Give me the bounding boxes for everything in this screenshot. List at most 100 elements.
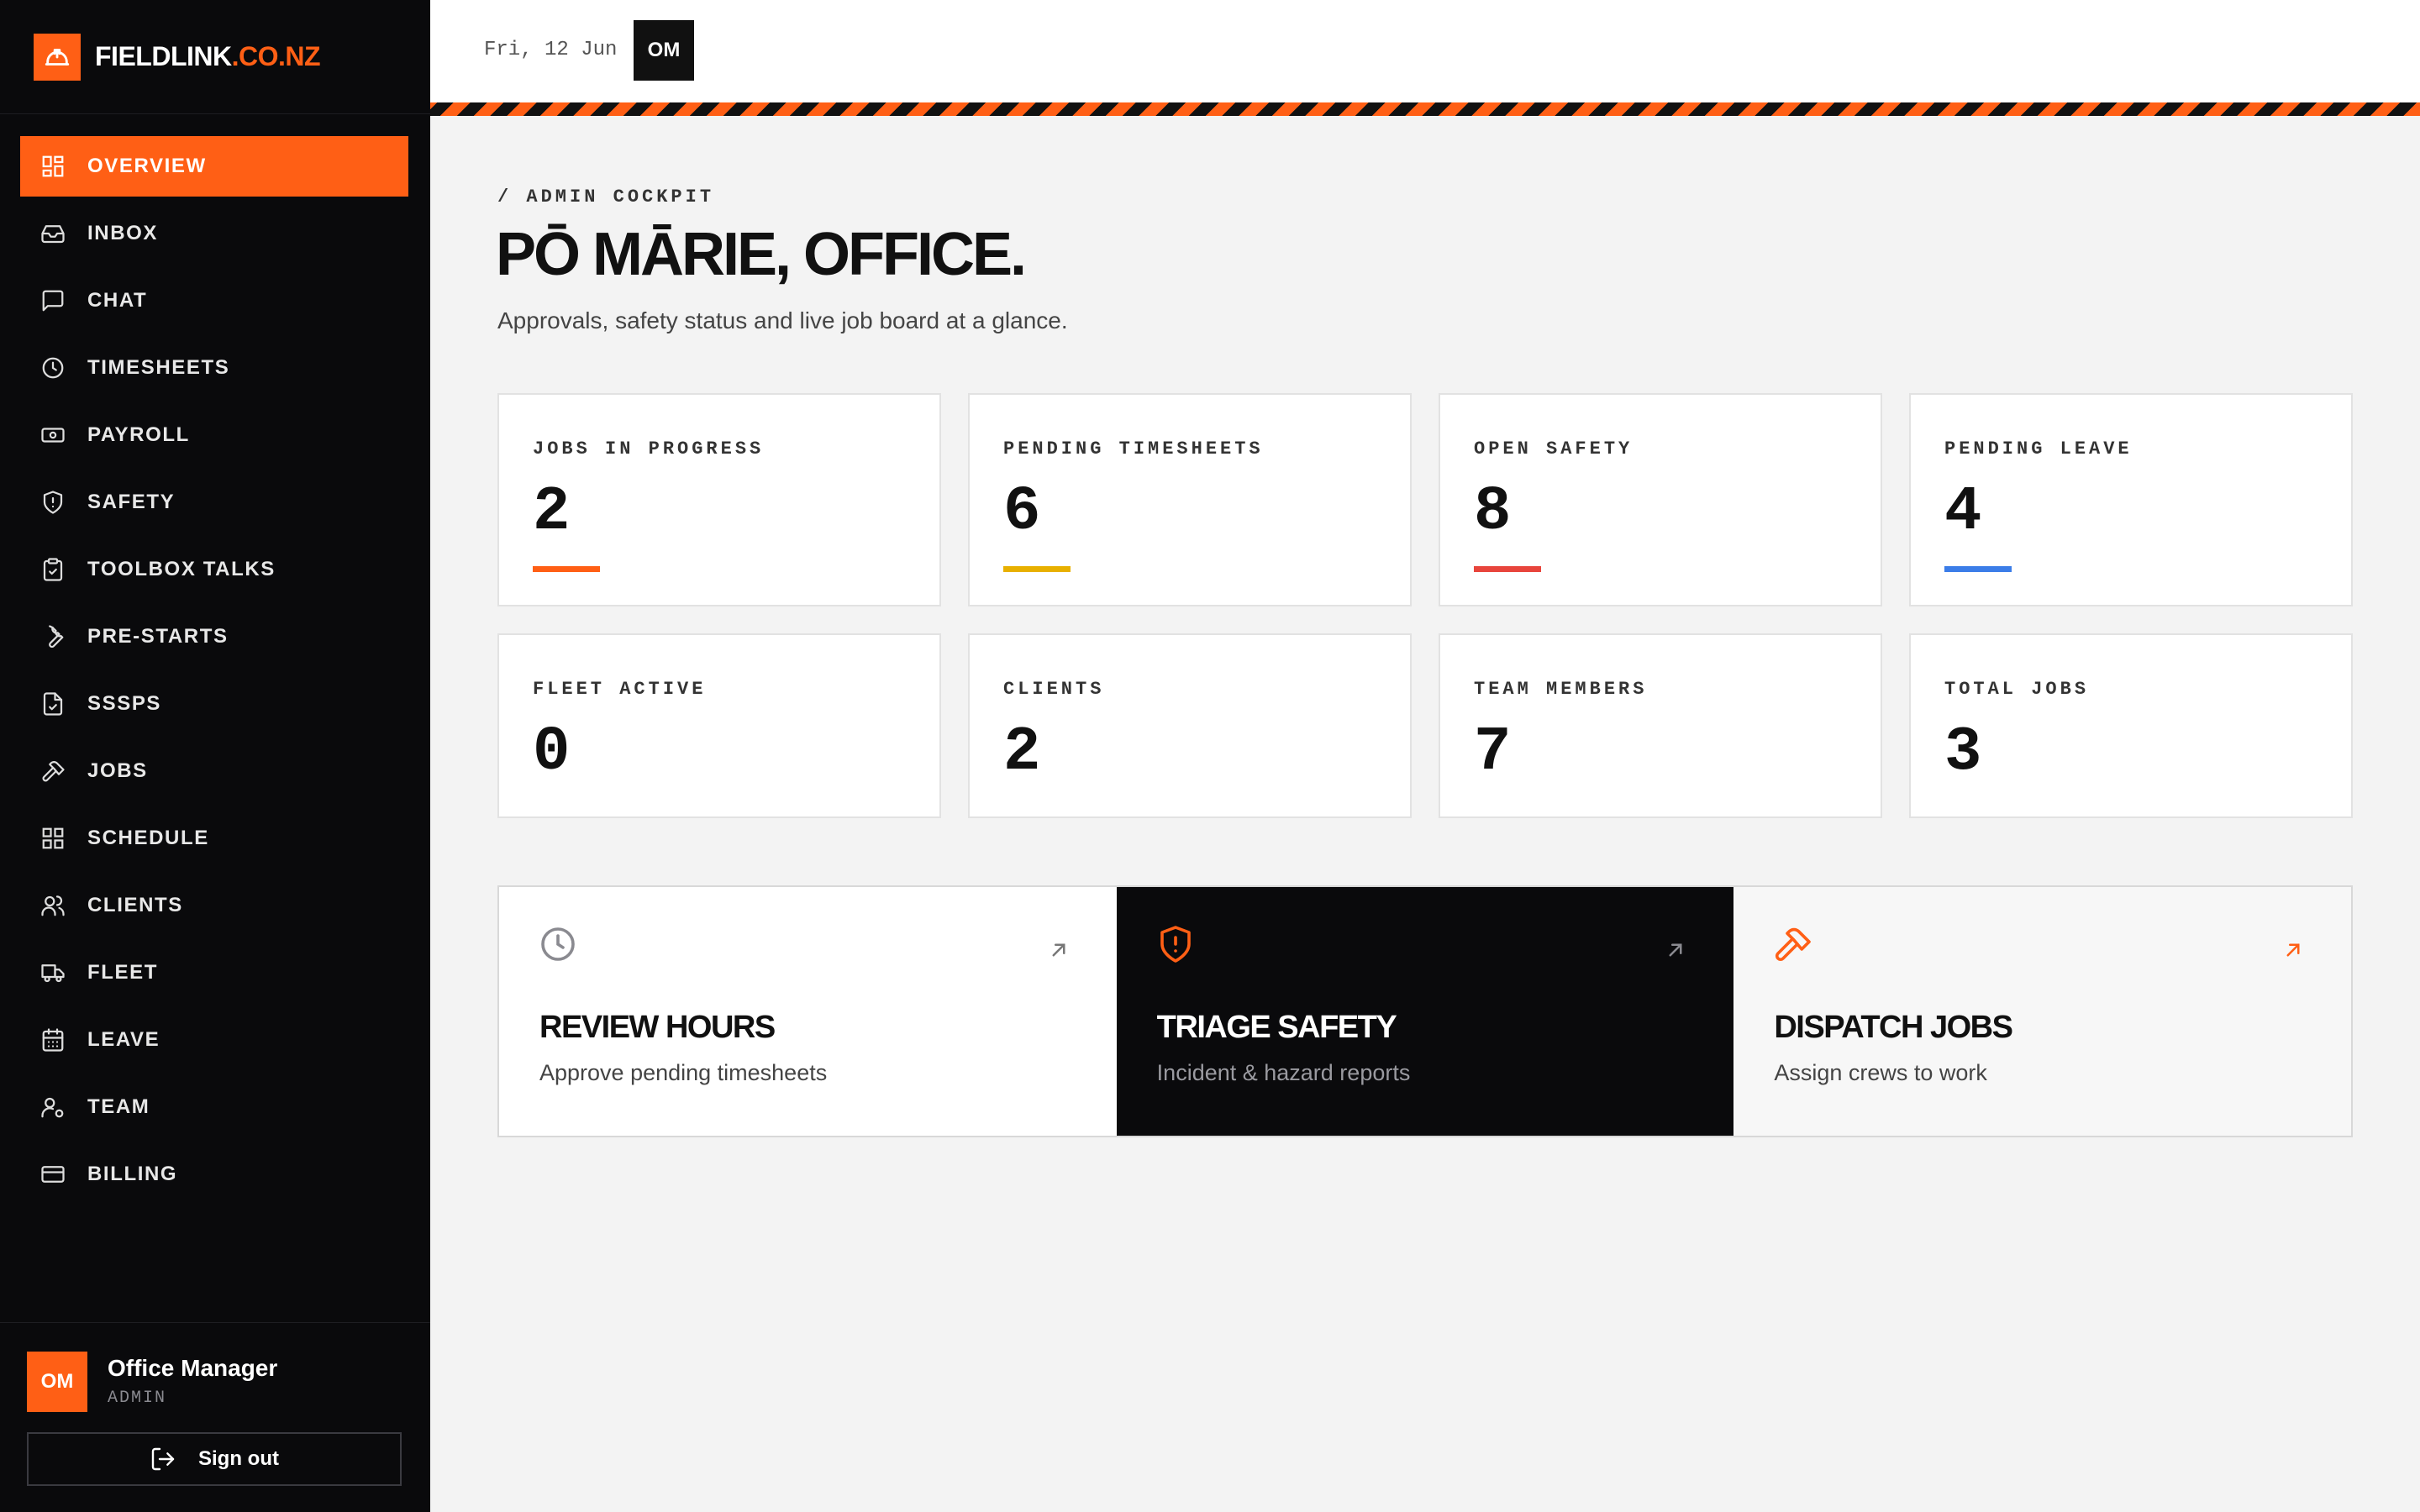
avatar[interactable]: OM: [27, 1352, 87, 1412]
stat-card-fleet-active[interactable]: FLEET ACTIVE 0: [497, 633, 941, 818]
sidebar-item-label: INBOX: [87, 222, 159, 244]
sidebar-item-label: FLEET: [87, 961, 158, 984]
arrow-up-right-icon: [2286, 943, 2300, 957]
stat-accent-bar: [1003, 566, 1071, 572]
sidebar-item-toolbox-talks[interactable]: TOOLBOX TALKS: [20, 539, 408, 600]
page-title: PŌ MĀRIE, OFFICE.: [496, 221, 1027, 288]
shield-alert-icon: [43, 491, 63, 514]
clock-icon: [541, 927, 575, 961]
stat-accent-bar: [1474, 566, 1541, 572]
stat-accent-bar: [533, 566, 600, 572]
dashboard-icon: [42, 155, 64, 177]
sidebar-item-label: TOOLBOX TALKS: [87, 558, 276, 580]
stats-grid: JOBS IN PROGRESS 2 PENDING TIMESHEETS 6 …: [497, 393, 2353, 818]
sidebar-item-inbox[interactable]: INBOX: [20, 203, 408, 264]
banknote-icon: [41, 428, 65, 443]
sidebar-item-team[interactable]: TEAM: [20, 1077, 408, 1137]
action-title: TRIAGE SAFETY: [1156, 1010, 1397, 1045]
sign-out-label: Sign out: [198, 1447, 279, 1470]
stat-value: 6: [1003, 477, 1041, 548]
sidebar-item-safety[interactable]: SAFETY: [20, 472, 408, 533]
stat-card-pending-leave[interactable]: PENDING LEAVE 4: [1909, 393, 2353, 606]
sidebar-item-fleet[interactable]: FLEET: [20, 942, 408, 1003]
top-bar: Fri, 12 Jun OM: [430, 0, 2420, 102]
arrow-up-right-icon: [1669, 943, 1682, 957]
page-subtitle: Approvals, safety status and live job bo…: [497, 307, 1068, 333]
users-icon: [41, 895, 65, 916]
review-hours-card[interactable]: REVIEW HOURS Approve pending timesheets: [499, 887, 1117, 1136]
sidebar-item-label: BILLING: [87, 1163, 178, 1185]
sidebar-item-schedule[interactable]: SCHEDULE: [20, 808, 408, 869]
dispatch-jobs-card[interactable]: DISPATCH JOBS Assign crews to work: [1733, 887, 2352, 1136]
brand-name: FIELDLINK.CO.NZ: [95, 41, 321, 71]
stat-card-pending-timesheets[interactable]: PENDING TIMESHEETS 6: [968, 393, 1412, 606]
user-avatar-button[interactable]: OM: [634, 20, 694, 81]
credit-card-icon: [41, 1166, 65, 1183]
stat-label: PENDING LEAVE: [1944, 438, 2133, 459]
shield-alert-icon: [1160, 926, 1191, 963]
hard-hat-icon: [34, 33, 81, 81]
sign-out-icon: [151, 1447, 175, 1471]
stat-card-team-members[interactable]: TEAM MEMBERS 7: [1439, 633, 1882, 818]
sidebar-item-clients[interactable]: CLIENTS: [20, 875, 408, 936]
sidebar-item-overview[interactable]: OVERVIEW: [20, 136, 408, 197]
triage-safety-card[interactable]: TRIAGE SAFETY Incident & hazard reports: [1116, 887, 1734, 1136]
user-name: Office Manager: [108, 1355, 278, 1381]
user-block: OM Office Manager ADMIN Sign out: [0, 1322, 430, 1512]
action-subtitle: Incident & hazard reports: [1156, 1060, 1411, 1085]
breadcrumb: / ADMIN COCKPIT: [497, 186, 715, 207]
grid-icon: [42, 827, 64, 849]
sidebar: FIELDLINK.CO.NZ OVERVIEW INBOX CHAT TIME…: [0, 0, 430, 1512]
sidebar-item-billing[interactable]: BILLING: [20, 1144, 408, 1205]
hazard-stripe: [430, 102, 2420, 116]
stat-label: JOBS IN PROGRESS: [533, 438, 765, 459]
sidebar-item-label: OVERVIEW: [87, 155, 207, 177]
sidebar-nav: OVERVIEW INBOX CHAT TIMESHEETS PAYROLL S…: [20, 136, 408, 1211]
sidebar-item-label: JOBS: [87, 759, 148, 782]
stat-value: 4: [1944, 477, 1982, 548]
stat-card-total-jobs[interactable]: TOTAL JOBS 3: [1909, 633, 2353, 818]
hammer-icon: [1776, 927, 1812, 962]
sidebar-item-sssps[interactable]: SSSPS: [20, 674, 408, 734]
stat-value: 0: [533, 717, 571, 788]
sidebar-item-label: SSSPS: [87, 692, 162, 715]
quick-actions: REVIEW HOURS Approve pending timesheets …: [497, 885, 2353, 1137]
stat-label: FLEET ACTIVE: [533, 679, 707, 700]
sidebar-item-payroll[interactable]: PAYROLL: [20, 405, 408, 465]
action-title: DISPATCH JOBS: [1774, 1010, 2013, 1045]
sidebar-item-label: SAFETY: [87, 491, 176, 513]
stat-label: TEAM MEMBERS: [1474, 679, 1648, 700]
arrow-up-right-icon: [1052, 943, 1065, 957]
action-title: REVIEW HOURS: [539, 1010, 776, 1045]
clipboard-check-icon: [43, 558, 63, 581]
sidebar-item-label: TEAM: [87, 1095, 150, 1118]
stat-card-jobs-in-progress[interactable]: JOBS IN PROGRESS 2: [497, 393, 941, 606]
stat-label: PENDING TIMESHEETS: [1003, 438, 1264, 459]
sidebar-item-timesheets[interactable]: TIMESHEETS: [20, 338, 408, 398]
sidebar-item-label: CLIENTS: [87, 894, 183, 916]
sidebar-item-jobs[interactable]: JOBS: [20, 741, 408, 801]
user-role: ADMIN: [108, 1389, 167, 1408]
clock-icon: [42, 357, 64, 379]
sidebar-item-pre-starts[interactable]: PRE-STARTS: [20, 606, 408, 667]
stat-card-open-safety[interactable]: OPEN SAFETY 8: [1439, 393, 1882, 606]
sidebar-item-label: LEAVE: [87, 1028, 160, 1051]
stat-label: OPEN SAFETY: [1474, 438, 1634, 459]
stat-value: 8: [1474, 477, 1512, 548]
wrench-icon: [49, 625, 64, 648]
stat-accent-bar: [1944, 566, 2012, 572]
user-cog-icon: [41, 1097, 64, 1118]
brand[interactable]: FIELDLINK.CO.NZ: [0, 0, 430, 114]
sidebar-item-chat[interactable]: CHAT: [20, 270, 408, 331]
stat-card-clients[interactable]: CLIENTS 2: [968, 633, 1412, 818]
stat-value: 2: [533, 477, 571, 548]
sidebar-item-label: SCHEDULE: [87, 827, 209, 849]
sidebar-item-leave[interactable]: LEAVE: [20, 1010, 408, 1070]
sidebar-item-label: CHAT: [87, 289, 148, 312]
stat-label: CLIENTS: [1003, 679, 1105, 700]
sign-out-button[interactable]: Sign out: [27, 1432, 402, 1486]
calendar-icon: [42, 1028, 64, 1052]
chat-icon: [42, 290, 64, 312]
truck-icon: [41, 964, 65, 983]
sidebar-item-label: PRE-STARTS: [87, 625, 229, 648]
